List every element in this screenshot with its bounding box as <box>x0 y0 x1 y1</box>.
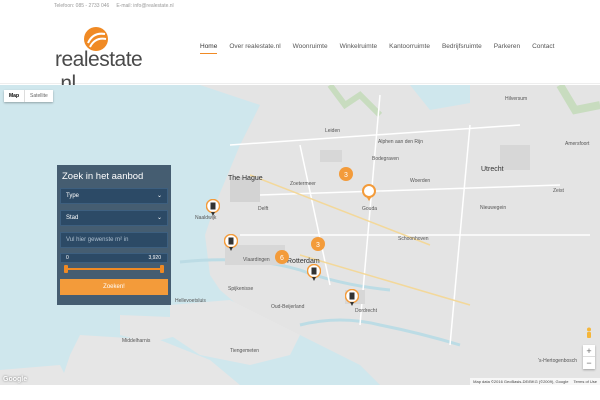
site-header: realestate .nl Home Over realestate.nl W… <box>0 12 600 95</box>
search-title: Zoek in het aanbod <box>62 171 144 182</box>
nav-item-about[interactable]: Over realestate.nl <box>223 43 286 50</box>
map-attribution: Map data ©2016 GeoBasis-DE/BKG (©2009), … <box>470 378 600 385</box>
city-label: Hilversum <box>505 96 528 102</box>
city-label: Schoonhoven <box>398 236 429 242</box>
city-label: Gouda <box>362 206 378 212</box>
building-marker-icon[interactable] <box>345 289 359 307</box>
type-select-label: Type <box>66 193 80 199</box>
street-view-pegman-icon[interactable] <box>585 327 593 340</box>
chevron-down-icon: ⌄ <box>156 193 162 199</box>
city-label: Zoetermeer <box>290 181 316 187</box>
cluster-marker-icon[interactable]: 3 <box>339 167 353 185</box>
city-label: The Hague <box>228 175 263 182</box>
main-nav: Home Over realestate.nl Woonruimte Winke… <box>194 43 560 54</box>
cluster-count: 6 <box>280 255 284 262</box>
map-type-control: Map Satellite <box>4 90 53 102</box>
zoom-control: + − <box>583 345 595 369</box>
building-marker-icon[interactable] <box>307 264 321 282</box>
city-label: Oud-Beijerland <box>271 304 305 310</box>
range-max: 3,920 <box>148 255 161 261</box>
city-label: Vlaardingen <box>243 257 270 263</box>
area-range-display: 0 3,920 <box>60 253 168 263</box>
city-label: Utrecht <box>481 166 504 173</box>
phone-text: Telefoon: 085 - 2733 046 <box>54 3 110 9</box>
city-label: Alphen aan den Rijn <box>378 139 424 145</box>
page: Telefoon: 085 - 2733 046 E-mail: info@re… <box>0 0 600 400</box>
slider-min-handle[interactable] <box>64 265 68 273</box>
slider-track <box>64 268 164 270</box>
map-type-map-button[interactable]: Map <box>4 90 24 102</box>
email-text[interactable]: E-mail: info@realestate.nl <box>116 3 173 9</box>
city-label: Dordrecht <box>355 308 377 314</box>
cluster-count: 3 <box>316 242 320 249</box>
top-contact-bar: Telefoon: 085 - 2733 046 E-mail: info@re… <box>0 0 600 12</box>
brand-name: realestate <box>55 48 143 71</box>
city-label: Zeist <box>553 188 564 194</box>
zoom-in-button[interactable]: + <box>583 345 595 357</box>
zoom-out-button[interactable]: − <box>583 357 595 369</box>
nav-item-winkelruimte[interactable]: Winkelruimte <box>334 43 384 50</box>
terms-link[interactable]: Terms of Use <box>573 379 597 384</box>
nav-item-kantoorruimte[interactable]: Kantoorruimte <box>383 43 436 50</box>
city-label: Amersfoort <box>565 141 590 147</box>
map[interactable]: Map Satellite The Hague Zoetermeer Leide… <box>0 85 600 385</box>
nav-item-bedrijfsruimte[interactable]: Bedrijfsruimte <box>436 43 488 50</box>
city-label: Bodegraven <box>372 156 399 162</box>
cluster-count: 3 <box>344 172 348 179</box>
search-button[interactable]: Zoeken! <box>60 279 168 295</box>
attribution-text: Map data ©2016 GeoBasis-DE/BKG (©2009), … <box>473 379 569 384</box>
city-label: Woerden <box>410 178 431 184</box>
range-min: 0 <box>66 255 69 261</box>
building-marker-icon[interactable] <box>224 234 238 252</box>
map-type-satellite-button[interactable]: Satellite <box>24 90 53 102</box>
city-label: Leiden <box>325 128 341 134</box>
google-logo: Google <box>3 376 28 383</box>
location-marker-icon[interactable] <box>362 184 376 202</box>
cluster-marker-icon[interactable]: 3 <box>311 237 325 255</box>
chevron-down-icon: ⌄ <box>156 215 162 221</box>
city-label: Spijkenisse <box>228 286 254 292</box>
nav-item-home[interactable]: Home <box>194 43 223 54</box>
nav-item-parkeren[interactable]: Parkeren <box>488 43 526 50</box>
logo[interactable]: realestate .nl <box>55 26 165 95</box>
type-select[interactable]: Type ⌄ <box>60 188 168 204</box>
area-input[interactable]: Vul hier gewenste m² in <box>60 232 168 248</box>
city-select[interactable]: Stad ⌄ <box>60 210 168 226</box>
nav-item-contact[interactable]: Contact <box>526 43 560 50</box>
city-label: Hellevoetsluis <box>175 298 206 304</box>
city-label: Nieuwegein <box>480 205 507 211</box>
city-label: Delft <box>258 206 269 212</box>
area-range-slider[interactable] <box>64 265 164 273</box>
nav-item-woonruimte[interactable]: Woonruimte <box>287 43 334 50</box>
slider-max-handle[interactable] <box>160 265 164 273</box>
city-select-label: Stad <box>66 215 79 221</box>
city-label: Tiengemeten <box>230 348 259 354</box>
building-marker-icon[interactable] <box>206 199 220 217</box>
search-panel: Zoek in het aanbod Type ⌄ Stad ⌄ Vul hie… <box>57 165 171 305</box>
cluster-marker-icon[interactable]: 6 <box>275 250 289 268</box>
city-label: Middelharnis <box>122 338 151 344</box>
city-label: 's-Hertogenbosch <box>538 358 578 364</box>
